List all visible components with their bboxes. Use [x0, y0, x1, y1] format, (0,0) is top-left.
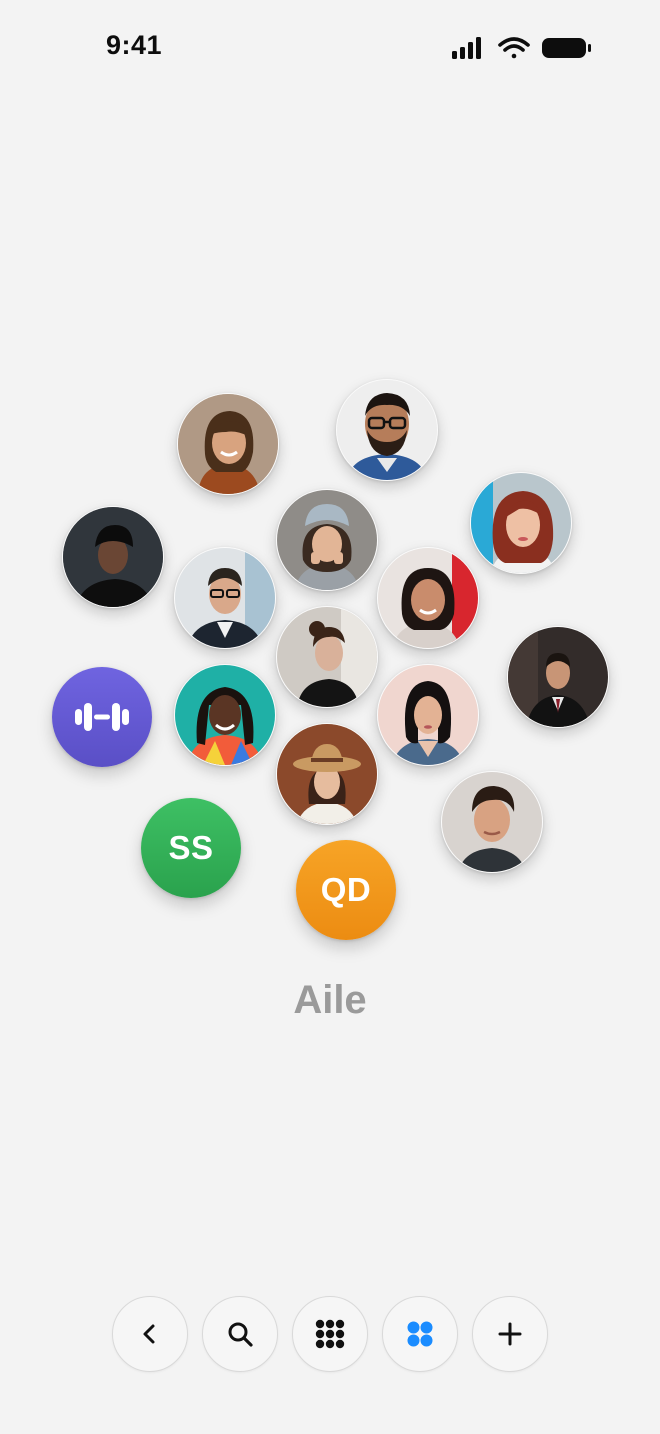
- avatar-photo: [277, 607, 377, 707]
- contact-avatar-man-black-beanie[interactable]: [62, 506, 164, 608]
- avatar-photo: [508, 627, 608, 727]
- contact-avatar-fitness-group[interactable]: [52, 667, 152, 767]
- avatar-photo: [175, 665, 275, 765]
- bottom-toolbar: [0, 1296, 660, 1372]
- avatar-photo: [277, 490, 377, 590]
- contact-avatar-woman-denim[interactable]: [377, 664, 479, 766]
- grid-nine-icon: [315, 1319, 345, 1349]
- avatar-photo: [337, 380, 437, 480]
- plus-icon: [498, 1322, 522, 1346]
- signal-icon: [452, 37, 481, 59]
- avatar-photo: [442, 772, 542, 872]
- contact-avatar-woman-bangs[interactable]: [177, 393, 279, 495]
- contact-avatar-man-glasses-beard[interactable]: [336, 379, 438, 481]
- avatar-photo: [378, 665, 478, 765]
- status-time: 9:41: [106, 30, 163, 60]
- contact-avatar-ss[interactable]: SS: [141, 798, 241, 898]
- all-apps-button[interactable]: [292, 1296, 368, 1372]
- contact-avatar-young-man[interactable]: [441, 771, 543, 873]
- battery-icon: [542, 38, 591, 58]
- groups-button[interactable]: [382, 1296, 458, 1372]
- contact-avatar-qd[interactable]: QD: [296, 840, 396, 940]
- search-button[interactable]: [202, 1296, 278, 1372]
- avatar-photo: [175, 548, 275, 648]
- avatar-photo: [277, 724, 377, 824]
- contact-avatar-man-suit-dark[interactable]: [507, 626, 609, 728]
- contact-avatar-woman-smiling-red[interactable]: [377, 547, 479, 649]
- status-bar: 9:41: [0, 0, 660, 96]
- grid-four-icon: [407, 1321, 433, 1347]
- avatar-photo: [178, 394, 278, 494]
- contact-avatar-woman-braids[interactable]: [174, 664, 276, 766]
- contact-avatar-woman-straw-hat[interactable]: [276, 723, 378, 825]
- avatar-photo: [471, 473, 571, 573]
- contact-avatar-man-glasses-blazer[interactable]: [174, 547, 276, 649]
- avatar-photo: [63, 507, 163, 607]
- wifi-icon: [498, 37, 530, 59]
- chevron-left-icon: [143, 1324, 155, 1344]
- status-icons: [452, 37, 591, 59]
- contact-avatar-woman-red-hair[interactable]: [470, 472, 572, 574]
- add-button[interactable]: [472, 1296, 548, 1372]
- back-button[interactable]: [112, 1296, 188, 1372]
- group-title: Aile: [293, 978, 367, 1022]
- avatar-photo: [378, 548, 478, 648]
- contact-avatar-woman-gray-beanie[interactable]: [276, 489, 378, 591]
- dumbbell-icon: [75, 703, 129, 731]
- search-icon: [228, 1322, 253, 1347]
- contact-avatar-woman-black-turtleneck[interactable]: [276, 606, 378, 708]
